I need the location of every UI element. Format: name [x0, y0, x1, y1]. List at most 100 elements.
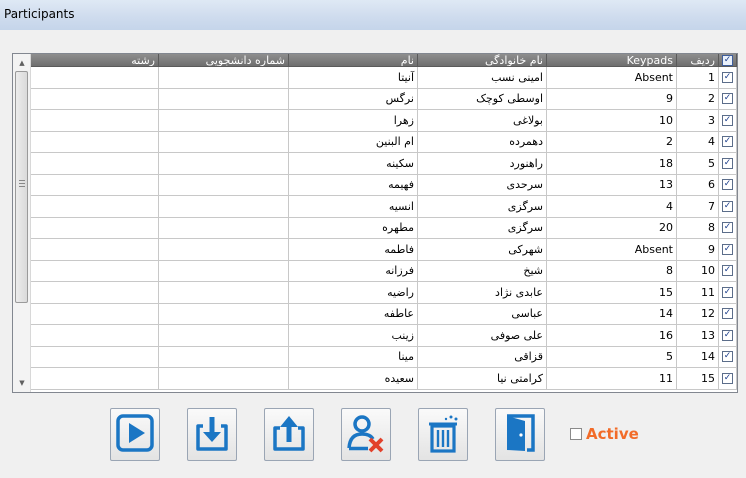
- cell-row-number[interactable]: 15: [677, 368, 719, 390]
- cell-name[interactable]: ام البنین: [289, 131, 418, 153]
- cell-keypad[interactable]: 8: [547, 260, 677, 282]
- cell-family[interactable]: شهرکی: [418, 239, 547, 261]
- row-checkbox[interactable]: ✓: [722, 71, 733, 83]
- cell-name[interactable]: مطهره: [289, 217, 418, 239]
- table-row[interactable]: مطهره سرگزی 20 8 ✓: [31, 217, 737, 239]
- cell-keypad[interactable]: Absent: [547, 67, 677, 89]
- cell-row-number[interactable]: 11: [677, 282, 719, 304]
- cell-name[interactable]: فهیمه: [289, 174, 418, 196]
- cell-keypad[interactable]: 18: [547, 153, 677, 175]
- cell-student-id[interactable]: [159, 239, 289, 261]
- table-row[interactable]: ام البنین دهمرده 2 4 ✓: [31, 131, 737, 153]
- cell-family[interactable]: دهمرده: [418, 131, 547, 153]
- table-row[interactable]: زهرا بولاغی 10 3 ✓: [31, 110, 737, 132]
- delete-button[interactable]: [418, 408, 468, 461]
- cell-row-number[interactable]: 1: [677, 67, 719, 89]
- table-row[interactable]: مینا قزاقی 5 14 ✓: [31, 346, 737, 368]
- cell-keypad[interactable]: 20: [547, 217, 677, 239]
- play-button[interactable]: [110, 408, 160, 461]
- cell-family[interactable]: قزاقی: [418, 346, 547, 368]
- cell-row-number[interactable]: 10: [677, 260, 719, 282]
- row-select-cell[interactable]: ✓: [719, 131, 737, 153]
- cell-keypad[interactable]: 11: [547, 368, 677, 390]
- cell-keypad[interactable]: 16: [547, 325, 677, 347]
- cell-family[interactable]: راهنورد: [418, 153, 547, 175]
- cell-keypad[interactable]: 4: [547, 196, 677, 218]
- cell-name[interactable]: انسیه: [289, 196, 418, 218]
- cell-family[interactable]: سرگزی: [418, 217, 547, 239]
- cell-keypad[interactable]: 9: [547, 88, 677, 110]
- cell-major[interactable]: [31, 153, 159, 175]
- row-select-cell[interactable]: ✓: [719, 110, 737, 132]
- table-row[interactable]: عاطفه عباسی 14 12 ✓: [31, 303, 737, 325]
- table-row[interactable]: آنیتا امینی نسب Absent 1 ✓: [31, 67, 737, 89]
- row-select-cell[interactable]: ✓: [719, 260, 737, 282]
- cell-major[interactable]: [31, 67, 159, 89]
- active-checkbox[interactable]: [570, 428, 582, 440]
- cell-major[interactable]: [31, 368, 159, 390]
- cell-name[interactable]: آنیتا: [289, 67, 418, 89]
- cell-major[interactable]: [31, 88, 159, 110]
- table-row[interactable]: فاطمه شهرکی Absent 9 ✓: [31, 239, 737, 261]
- cell-student-id[interactable]: [159, 196, 289, 218]
- cell-row-number[interactable]: 8: [677, 217, 719, 239]
- cell-row-number[interactable]: 6: [677, 174, 719, 196]
- cell-row-number[interactable]: 9: [677, 239, 719, 261]
- cell-row-number[interactable]: 13: [677, 325, 719, 347]
- header-name[interactable]: نام: [289, 54, 418, 67]
- cell-major[interactable]: [31, 303, 159, 325]
- header-student-id[interactable]: شماره دانشجویی: [159, 54, 289, 67]
- row-checkbox[interactable]: ✓: [722, 179, 733, 191]
- cell-keypad[interactable]: Absent: [547, 239, 677, 261]
- cell-student-id[interactable]: [159, 303, 289, 325]
- row-select-cell[interactable]: ✓: [719, 325, 737, 347]
- row-select-cell[interactable]: ✓: [719, 239, 737, 261]
- cell-family[interactable]: عابدی نژاد: [418, 282, 547, 304]
- row-checkbox[interactable]: ✓: [722, 157, 733, 169]
- cell-name[interactable]: راضیه: [289, 282, 418, 304]
- row-select-cell[interactable]: ✓: [719, 88, 737, 110]
- cell-major[interactable]: [31, 174, 159, 196]
- cell-student-id[interactable]: [159, 67, 289, 89]
- cell-major[interactable]: [31, 282, 159, 304]
- row-checkbox[interactable]: ✓: [722, 243, 733, 255]
- exit-button[interactable]: [495, 408, 545, 461]
- cell-family[interactable]: امینی نسب: [418, 67, 547, 89]
- cell-row-number[interactable]: 5: [677, 153, 719, 175]
- cell-student-id[interactable]: [159, 174, 289, 196]
- cell-row-number[interactable]: 14: [677, 346, 719, 368]
- table-row[interactable]: فرزانه شیخ 8 10 ✓: [31, 260, 737, 282]
- cell-keypad[interactable]: 14: [547, 303, 677, 325]
- cell-family[interactable]: شیخ: [418, 260, 547, 282]
- table-row[interactable]: راضیه عابدی نژاد 15 11 ✓: [31, 282, 737, 304]
- row-select-cell[interactable]: ✓: [719, 196, 737, 218]
- row-select-cell[interactable]: ✓: [719, 153, 737, 175]
- row-select-cell[interactable]: ✓: [719, 346, 737, 368]
- import-button[interactable]: [187, 408, 237, 461]
- row-select-cell[interactable]: ✓: [719, 303, 737, 325]
- cell-major[interactable]: [31, 325, 159, 347]
- cell-student-id[interactable]: [159, 346, 289, 368]
- cell-student-id[interactable]: [159, 110, 289, 132]
- select-all-checkbox[interactable]: ✓: [722, 54, 733, 66]
- header-row-number[interactable]: ردیف: [677, 54, 719, 67]
- table-row[interactable]: زینب علی صوفی 16 13 ✓: [31, 325, 737, 347]
- cell-name[interactable]: فاطمه: [289, 239, 418, 261]
- scroll-up-button[interactable]: ▲: [14, 55, 30, 71]
- row-select-cell[interactable]: ✓: [719, 67, 737, 89]
- cell-student-id[interactable]: [159, 88, 289, 110]
- header-family[interactable]: نام خانوادگی: [418, 54, 547, 67]
- row-select-cell[interactable]: ✓: [719, 368, 737, 390]
- table-row[interactable]: سعیده کرامتی نیا 11 15 ✓: [31, 368, 737, 390]
- cell-family[interactable]: سرحدی: [418, 174, 547, 196]
- row-checkbox[interactable]: ✓: [722, 93, 733, 105]
- cell-major[interactable]: [31, 131, 159, 153]
- cell-family[interactable]: علی صوفی: [418, 325, 547, 347]
- row-checkbox[interactable]: ✓: [722, 222, 733, 234]
- cell-major[interactable]: [31, 346, 159, 368]
- cell-student-id[interactable]: [159, 217, 289, 239]
- cell-row-number[interactable]: 2: [677, 88, 719, 110]
- row-select-cell[interactable]: ✓: [719, 217, 737, 239]
- row-select-cell[interactable]: ✓: [719, 174, 737, 196]
- cell-student-id[interactable]: [159, 131, 289, 153]
